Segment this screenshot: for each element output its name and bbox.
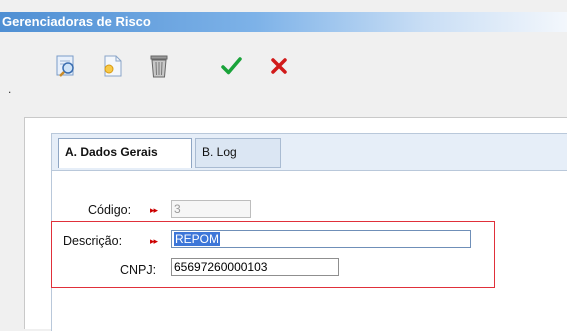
trash-icon — [150, 55, 168, 78]
search-record-button[interactable] — [52, 50, 82, 82]
toolbar: . — [0, 44, 567, 100]
tab-strip: A. Dados Gerais B. Log — [51, 133, 567, 171]
codigo-label: Código: — [88, 203, 132, 217]
x-icon — [271, 58, 287, 74]
window-title: Gerenciadoras de Risco — [2, 14, 151, 29]
confirm-button[interactable] — [216, 50, 246, 82]
delete-record-button[interactable] — [144, 50, 174, 82]
check-icon — [221, 57, 242, 75]
toolbar-dot: . — [8, 82, 12, 96]
descricao-selected-text: REPOM — [174, 232, 221, 246]
window-titlebar: Gerenciadoras de Risco — [0, 12, 567, 32]
codigo-field[interactable] — [171, 200, 251, 218]
cancel-button[interactable] — [264, 50, 294, 82]
descricao-field[interactable]: REPOM — [171, 230, 471, 248]
descricao-required-marker: ▸▸ — [150, 236, 158, 246]
descricao-label: Descrição: — [63, 234, 123, 248]
tab-log[interactable]: B. Log — [195, 138, 281, 168]
new-document-icon — [104, 55, 122, 77]
cnpj-field[interactable] — [171, 258, 339, 276]
codigo-required-marker: ▸▸ — [150, 205, 158, 215]
new-record-button[interactable] — [98, 50, 128, 82]
tab-dados-gerais[interactable]: A. Dados Gerais — [58, 138, 192, 168]
search-document-icon — [56, 55, 74, 77]
cnpj-label: CNPJ: — [120, 263, 157, 277]
